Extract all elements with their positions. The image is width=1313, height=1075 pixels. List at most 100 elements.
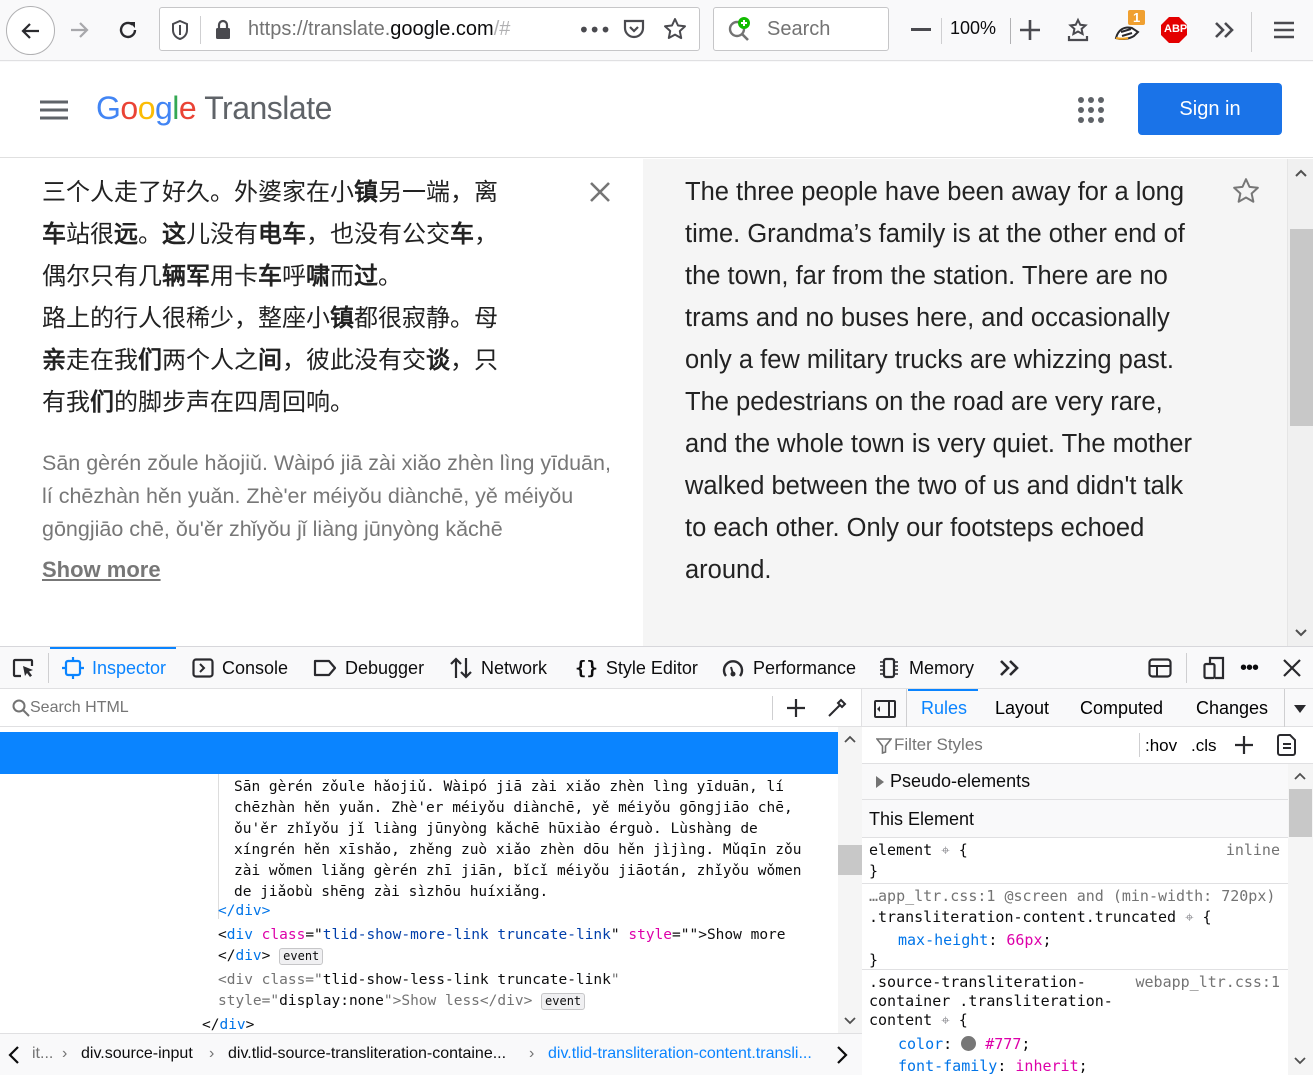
back-button[interactable]	[6, 6, 55, 55]
adblock-plus-extension[interactable]: ABP	[1160, 16, 1188, 44]
breadcrumb-item[interactable]: div.source-input	[81, 1045, 193, 1063]
forward-button[interactable]	[64, 15, 94, 45]
parent-closing-tag[interactable]: </div>	[202, 1015, 254, 1033]
lock-icon[interactable]	[214, 18, 232, 40]
devtools-panel: Inspector Console Debugger Network {} St…	[0, 646, 1313, 1075]
shield-icon[interactable]	[170, 19, 190, 41]
print-media-icon[interactable]	[1277, 734, 1297, 756]
tab-label: Inspector	[92, 657, 167, 678]
search-html-input[interactable]	[30, 694, 750, 722]
eyedropper-icon[interactable]	[826, 697, 848, 719]
cls-toggle[interactable]: .cls	[1191, 736, 1217, 756]
google-apps-button[interactable]	[1078, 97, 1104, 123]
tab-network[interactable]: Network	[449, 647, 547, 689]
chevron-down-icon	[1294, 1057, 1306, 1065]
bookmark-star-icon[interactable]	[663, 17, 687, 41]
more-tools-button[interactable]	[998, 647, 1020, 689]
tab-rules[interactable]: Rules	[921, 698, 967, 719]
zoom-level-reset[interactable]: 100%	[950, 18, 996, 39]
css-declaration[interactable]: max-height: 66px;	[898, 930, 1052, 951]
page-scrollbar-thumb[interactable]	[1290, 229, 1313, 426]
show-more-close[interactable]: </div> event	[218, 946, 324, 967]
source-text[interactable]: 三个人走了好久。外婆家在小镇另一端，离 车站很远。这儿没有电车，也没有公交车， 偶尔…	[42, 171, 562, 423]
url-text[interactable]: https://translate.google.com/#	[248, 18, 510, 41]
tab-label: Performance	[753, 657, 857, 678]
google-translate-logo[interactable]: Google Translate	[96, 90, 332, 127]
markup-scrollbar[interactable]	[838, 727, 862, 1033]
closing-tag[interactable]: </div>	[218, 901, 270, 922]
console-icon	[192, 658, 214, 678]
element-rule[interactable]: element ⌖ { inline }	[862, 838, 1288, 884]
element-picker-icon	[12, 658, 34, 678]
page-scrollbar[interactable]	[1287, 159, 1313, 646]
rule-source[interactable]: …app_ltr.css:1 @screen and (min-width: 7…	[869, 886, 1275, 907]
zoom-in-button[interactable]	[1015, 15, 1045, 45]
css-rule[interactable]: …app_ltr.css:1 @screen and (min-width: 7…	[862, 884, 1288, 970]
toggle-split-console-button[interactable]	[1148, 647, 1172, 689]
css-declaration[interactable]: font-family: inherit;	[898, 1056, 1088, 1075]
responsive-design-button[interactable]	[1203, 647, 1225, 689]
breadcrumb-item-current[interactable]: div.tlid-transliteration-content.transli…	[548, 1045, 812, 1063]
filter-styles-input[interactable]	[894, 732, 1124, 758]
tab-memory[interactable]: Memory	[877, 647, 974, 689]
tab-changes[interactable]: Changes	[1196, 698, 1268, 719]
tab-layout[interactable]: Layout	[995, 698, 1049, 719]
tab-computed[interactable]: Computed	[1080, 698, 1163, 719]
show-more-link[interactable]: Show more	[42, 557, 161, 583]
css-rule[interactable]: .source-transliteration- webapp_ltr.css:…	[862, 970, 1288, 1075]
element-picker-button[interactable]	[12, 647, 36, 689]
page-actions-icon[interactable]: •••	[578, 18, 611, 42]
rules-scrollbar-thumb[interactable]	[1289, 789, 1312, 837]
source-line: 有我们的脚步声在四周回响。	[42, 388, 354, 416]
event-badge[interactable]: event	[279, 948, 324, 965]
toggle-sidebar-icon[interactable]	[874, 700, 896, 718]
chevron-right-icon[interactable]	[836, 1046, 848, 1064]
add-node-icon[interactable]	[786, 698, 806, 718]
privacy-badger-extension[interactable]: 1	[1110, 10, 1146, 48]
plus-icon	[1020, 20, 1040, 40]
show-less-node[interactable]: <div class="tlid-show-less-link truncate…	[218, 970, 620, 991]
event-badge[interactable]: event	[541, 993, 586, 1010]
rule-source[interactable]: inline	[1226, 840, 1280, 861]
zoom-out-button[interactable]	[906, 15, 936, 45]
overflow-menu-button[interactable]	[1210, 16, 1238, 44]
show-more-node[interactable]: <div class="tlid-show-more-link truncate…	[218, 925, 786, 946]
rule-source[interactable]: webapp_ltr.css:1	[1136, 972, 1281, 993]
tab-performance[interactable]: Performance	[721, 647, 856, 689]
text-node-line: zài wǒmen liǎng gèrén zhī jiān, bǐcǐ méi…	[234, 863, 802, 879]
show-less-node-attrs[interactable]: style="display:none">Show less</div> eve…	[218, 991, 586, 1012]
hov-toggle[interactable]: :hov	[1145, 736, 1177, 756]
url-bar[interactable]: https://translate.google.com/# •••	[159, 7, 700, 51]
tab-style-editor[interactable]: {} Style Editor	[575, 647, 698, 689]
tab-debugger[interactable]: Debugger	[313, 647, 424, 689]
markup-scrollbar-thumb[interactable]	[838, 845, 862, 875]
selected-node[interactable]: ▾<div class="tlid-transliteration-conten…	[0, 732, 838, 855]
breadcrumb-item[interactable]: div.tlid-source-transliteration-containe…	[228, 1045, 506, 1063]
breadcrumb-item[interactable]: it...	[32, 1045, 53, 1063]
library-button[interactable]	[1063, 15, 1093, 45]
pocket-icon[interactable]	[622, 18, 646, 40]
devtools-options-button[interactable]: •••	[1240, 647, 1259, 689]
sign-in-button[interactable]: Sign in	[1138, 83, 1282, 135]
close-devtools-button[interactable]	[1283, 647, 1301, 689]
add-rule-icon[interactable]	[1234, 735, 1254, 755]
css-declaration[interactable]: color: #777;	[898, 1034, 1030, 1055]
caret-down-icon[interactable]	[1294, 705, 1306, 713]
translation-text: The three people have been away for a lo…	[685, 171, 1205, 591]
color-swatch[interactable]	[961, 1036, 977, 1051]
chevron-left-icon[interactable]	[8, 1046, 20, 1064]
reload-button[interactable]	[113, 15, 143, 45]
search-bar[interactable]: Search	[713, 7, 889, 51]
rules-scrollbar[interactable]	[1288, 764, 1313, 1075]
devtools-toolbar: Inspector Console Debugger Network {} St…	[0, 647, 1313, 689]
main-menu-button[interactable]	[40, 100, 68, 120]
inspector-markup-pane: ▾<div class="tlid-transliteration-conten…	[0, 689, 862, 1075]
minus-icon	[911, 28, 931, 31]
clear-source-button[interactable]	[589, 181, 611, 203]
tab-console[interactable]: Console	[192, 647, 288, 689]
pseudo-elements-toggle[interactable]: Pseudo-elements	[862, 764, 1288, 800]
logo-letter: o	[137, 90, 156, 126]
save-translation-button[interactable]	[1231, 176, 1261, 206]
tab-inspector[interactable]: Inspector	[49, 647, 177, 689]
hamburger-menu-button[interactable]	[1270, 16, 1298, 44]
